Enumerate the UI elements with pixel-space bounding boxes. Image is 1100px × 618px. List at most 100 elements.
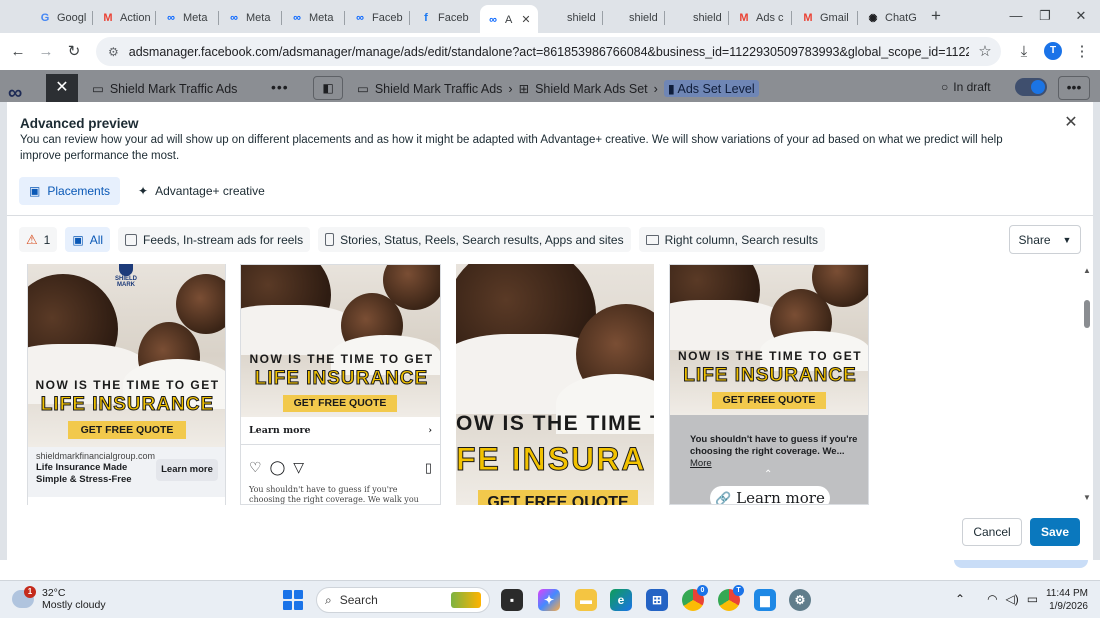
browser-tab[interactable]: ∞ Meta <box>158 5 216 31</box>
browser-tab[interactable]: ∞ A ✕ <box>480 5 538 34</box>
cancel-button[interactable]: Cancel <box>962 518 1022 546</box>
ad-headline-line1: NOW IS THE TIME TO GET <box>677 349 863 363</box>
share-button[interactable]: Share ▼ <box>1009 225 1081 254</box>
preview-scrollbar[interactable]: ▲ ▼ <box>1081 264 1093 505</box>
restore-icon[interactable]: ❐ <box>1035 8 1055 24</box>
address-bar[interactable]: ⚙ adsmanager.facebook.com/adsmanager/man… <box>96 37 1001 66</box>
minimize-icon[interactable]: — <box>1006 8 1026 23</box>
browser-tab[interactable]: ∞ Meta <box>284 5 342 31</box>
edge-icon[interactable]: e <box>610 589 632 611</box>
battery-icon[interactable]: ▭ <box>1027 592 1038 606</box>
chevron-up-icon[interactable]: ⌃ <box>955 592 965 606</box>
save-button[interactable]: Save <box>1030 518 1080 546</box>
browser-tab[interactable]: ∞ Meta <box>221 5 279 31</box>
scroll-thumb[interactable] <box>1084 300 1090 328</box>
chrome-profile-icon[interactable]: T <box>718 585 744 611</box>
profile-avatar[interactable]: T <box>1044 42 1062 60</box>
send-icon[interactable]: ▽ <box>293 459 304 476</box>
browser-tab[interactable]: shield <box>668 5 726 31</box>
preview-stories[interactable]: NOW IS THE TIME TO GET LIFE INSURANCE GE… <box>669 264 869 505</box>
task-view-icon[interactable]: ▪ <box>501 589 523 611</box>
bookmark-star-icon[interactable]: ☆ <box>975 42 995 62</box>
microsoft-store-icon[interactable]: ⊞ <box>646 589 668 611</box>
ad-toggle[interactable] <box>1015 78 1047 96</box>
browser-tab[interactable]: M Gmail <box>795 5 855 31</box>
ad-tab-title[interactable]: ▭ Shield Mark Traffic Ads <box>92 81 237 97</box>
filter-feeds[interactable]: Feeds, In-stream ads for reels <box>118 227 311 252</box>
story-learn-more-button[interactable]: 🔗 Learn more <box>710 486 830 504</box>
remote-desktop-icon[interactable]: ▆ <box>754 589 776 611</box>
browser-tab[interactable]: shield <box>542 5 600 31</box>
tab-separator <box>857 11 858 25</box>
scroll-down-icon[interactable]: ▼ <box>1083 493 1091 502</box>
warning-filter[interactable]: ⚠ 1 <box>19 227 58 252</box>
browser-toolbar: ← → ↻ ⚙ adsmanager.facebook.com/adsmanag… <box>0 33 1100 70</box>
browser-tab[interactable]: G Googl <box>32 5 90 31</box>
reload-icon[interactable]: ↻ <box>64 42 84 62</box>
bookmark-icon[interactable]: ▯ <box>425 460 432 476</box>
file-explorer-icon[interactable]: ▬ <box>575 589 597 611</box>
more-options-icon[interactable]: ••• <box>271 79 289 95</box>
browser-tab[interactable]: ∞ Faceb <box>347 5 407 31</box>
browser-menu-icon[interactable]: ⋮ <box>1072 42 1092 62</box>
tab-favicon-icon: ∞ <box>167 12 175 24</box>
browser-tab[interactable]: ✺ ChatG <box>860 5 922 31</box>
browser-tab[interactable]: M Action <box>95 5 153 31</box>
preview-facebook-feed[interactable]: SHIELD MARK NOW IS THE TIME TO GET LIFE … <box>27 264 226 505</box>
close-window-icon[interactable]: ✕ <box>1071 8 1091 24</box>
breadcrumb-campaign[interactable]: Shield Mark Traffic Ads <box>375 82 503 96</box>
scroll-up-icon[interactable]: ▲ <box>1083 266 1091 275</box>
browser-tab[interactable]: f Faceb <box>413 5 475 31</box>
cloud-icon: 1 <box>12 586 36 608</box>
filter-right-column[interactable]: Right column, Search results <box>638 227 825 252</box>
learn-more-row[interactable]: Learn more › <box>241 417 440 445</box>
browser-tab-strip: G Googl M Action ∞ Meta ∞ Meta ∞ Meta ∞ Faceb f Faceb… <box>0 0 1100 34</box>
learn-more-button[interactable]: Learn more <box>156 459 218 481</box>
settings-gear-icon[interactable]: ⚙ <box>789 589 811 611</box>
wifi-icon[interactable]: ◠ <box>987 592 997 606</box>
tab-label: Meta <box>183 12 208 24</box>
tab-separator <box>281 11 282 25</box>
filter-stories[interactable]: Stories, Status, Reels, Search results, … <box>318 227 631 252</box>
story-more-link[interactable]: More <box>690 458 712 469</box>
new-tab-button[interactable]: + <box>927 7 945 25</box>
preview-instagram-feed[interactable]: NOW IS THE TIME TO GET LIFE INSURANCE GE… <box>240 264 441 505</box>
comment-icon[interactable]: ◯ <box>270 459 286 476</box>
tab-placements[interactable]: ▣ Placements <box>19 177 121 205</box>
close-icon[interactable]: ✕ <box>1062 114 1080 132</box>
tab-separator <box>218 11 219 25</box>
close-editor-icon[interactable]: ✕ <box>46 74 78 102</box>
breadcrumb-ad[interactable]: ▮ Ads Set Level <box>663 80 759 97</box>
url-text[interactable]: adsmanager.facebook.com/adsmanager/manag… <box>129 45 969 59</box>
copilot-icon[interactable]: ✦ <box>538 589 560 611</box>
chrome-icon[interactable]: 0 <box>682 585 708 611</box>
toggle-panel-icon[interactable]: ◧ <box>313 76 343 100</box>
forward-icon[interactable]: → <box>36 42 56 62</box>
download-icon[interactable]: ⤓ <box>1014 42 1034 62</box>
heart-icon[interactable]: ♡ <box>249 459 262 476</box>
filter-all[interactable]: ▣ All <box>65 227 111 252</box>
clock-date: 1/9/2026 <box>1049 601 1088 612</box>
ads-manager-header: ∞ ✕ ▭ Shield Mark Traffic Ads ••• ◧ ▭ Sh… <box>0 70 1100 104</box>
tab-advantage-creative[interactable]: ✦ Advantage+ creative <box>128 177 275 205</box>
tab-favicon-icon: G <box>40 12 50 24</box>
preview-reels[interactable]: OW IS THE TIME T FE INSURA GET FREE QUOT… <box>456 264 654 505</box>
filter-stories-label: Stories, Status, Reels, Search results, … <box>340 232 624 247</box>
taskbar-search[interactable]: ⌕ Search <box>316 587 490 613</box>
tab-advantage-label: Advantage+ creative <box>155 184 265 198</box>
back-icon[interactable]: ← <box>8 42 28 62</box>
more-actions-icon[interactable]: ••• <box>1058 76 1090 100</box>
weather-widget[interactable]: 1 32°C Mostly cloudy <box>12 586 106 611</box>
system-tray: ⌃ ◠ ◁) ▭ <box>955 592 1038 606</box>
page-background <box>0 560 1100 580</box>
breadcrumb-adset[interactable]: Shield Mark Ads Set <box>535 82 648 96</box>
windows-start-icon[interactable] <box>283 590 303 610</box>
browser-tab[interactable]: M Ads c <box>731 5 789 31</box>
close-tab-icon[interactable]: ✕ <box>521 13 530 26</box>
browser-tab[interactable]: shield <box>604 5 662 31</box>
tab-label: ChatG <box>885 12 917 24</box>
volume-icon[interactable]: ◁) <box>1006 592 1019 606</box>
clock[interactable]: 11:44 PM 1/9/2026 <box>1044 587 1088 613</box>
weather-temp: 32°C <box>42 587 66 599</box>
site-info-icon[interactable]: ⚙ <box>108 45 119 59</box>
